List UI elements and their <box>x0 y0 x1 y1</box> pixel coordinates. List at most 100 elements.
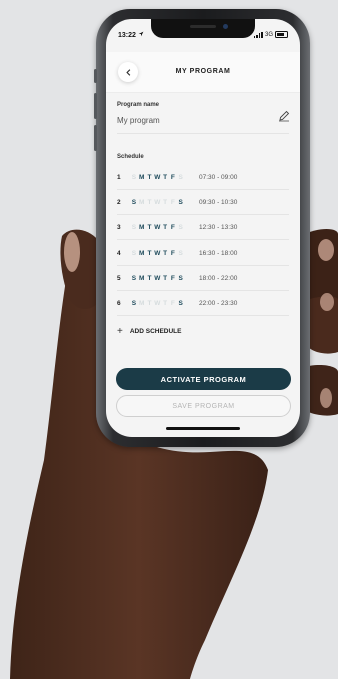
weekday-toggle[interactable]: T <box>161 275 169 282</box>
weekday-toggle[interactable]: S <box>130 199 138 206</box>
weekday-toggle[interactable]: T <box>146 224 154 231</box>
program-name-field[interactable]: My program <box>117 116 160 125</box>
phone-frame: 13:22 3G MY PROGRAM Program name My prog… <box>94 9 310 447</box>
weekday-toggle[interactable]: W <box>153 275 161 282</box>
volume-down-button <box>94 125 97 151</box>
weekday-toggle[interactable]: F <box>169 224 177 231</box>
weekday-toggle[interactable]: T <box>146 300 154 307</box>
schedule-time-range: 12:30 - 13:30 <box>199 224 238 231</box>
schedule-number: 2 <box>117 199 121 206</box>
weekday-toggle[interactable]: S <box>177 199 185 206</box>
weekday-toggle[interactable]: S <box>130 275 138 282</box>
schedule-row[interactable]: 5 S M T W T F S 18:00 - 22:00 <box>117 273 293 287</box>
weekday-toggle[interactable]: M <box>138 275 146 282</box>
weekday-toggle[interactable]: S <box>130 300 138 307</box>
weekday-toggle[interactable]: T <box>161 199 169 206</box>
divider <box>117 290 289 291</box>
save-program-button[interactable]: SAVE PROGRAM <box>116 395 291 417</box>
phone-screen: 13:22 3G MY PROGRAM Program name My prog… <box>106 19 300 437</box>
activate-program-button[interactable]: ACTIVATE PROGRAM <box>116 368 291 390</box>
weekday-toggle[interactable]: F <box>169 250 177 257</box>
divider <box>117 214 289 215</box>
divider <box>117 189 289 190</box>
schedule-time-range: 07:30 - 09:00 <box>199 174 238 181</box>
schedule-number: 4 <box>117 250 121 257</box>
schedule-label: Schedule <box>117 154 144 160</box>
notch <box>151 19 255 38</box>
add-schedule-button[interactable]: + ADD SCHEDULE <box>117 326 182 337</box>
mute-switch <box>94 69 97 83</box>
weekday-selector: SMTWTFS <box>130 250 185 257</box>
program-name-label: Program name <box>117 102 160 108</box>
weekday-toggle[interactable]: T <box>146 250 154 257</box>
weekday-toggle[interactable]: F <box>169 174 177 181</box>
battery-icon <box>275 31 288 38</box>
divider <box>117 265 289 266</box>
weekday-toggle[interactable]: M <box>138 174 146 181</box>
weekday-toggle[interactable]: T <box>161 300 169 307</box>
schedule-time-range: 16:30 - 18:00 <box>199 250 238 257</box>
weekday-selector: SMTWTFS <box>130 199 185 206</box>
weekday-toggle[interactable]: S <box>177 275 185 282</box>
speaker-grille <box>190 25 216 28</box>
weekday-toggle[interactable]: T <box>161 250 169 257</box>
weekday-selector: SMTWTFS <box>130 174 185 181</box>
status-indicators: 3G <box>253 31 288 38</box>
weekday-toggle[interactable]: S <box>130 174 138 181</box>
divider <box>117 133 289 134</box>
weekday-selector: SMTWTFS <box>130 275 185 282</box>
schedule-row[interactable]: 3 S M T W T F S 12:30 - 13:30 <box>117 222 293 236</box>
schedule-time-range: 18:00 - 22:00 <box>199 275 238 282</box>
add-schedule-label: ADD SCHEDULE <box>129 328 182 335</box>
weekday-toggle[interactable]: W <box>153 174 161 181</box>
schedule-number: 1 <box>117 174 121 181</box>
weekday-toggle[interactable]: F <box>169 300 177 307</box>
weekday-toggle[interactable]: F <box>169 275 177 282</box>
schedule-row[interactable]: 4 S M T W T F S 16:30 - 18:00 <box>117 248 293 262</box>
weekday-toggle[interactable]: S <box>130 250 138 257</box>
edit-pencil-icon[interactable] <box>278 110 290 122</box>
location-arrow-icon <box>138 31 144 37</box>
weekday-toggle[interactable]: W <box>153 199 161 206</box>
status-time: 13:22 <box>118 31 144 39</box>
weekday-toggle[interactable]: S <box>177 250 185 257</box>
signal-icon <box>253 31 263 38</box>
weekday-toggle[interactable]: T <box>161 224 169 231</box>
weekday-selector: SMTWTFS <box>130 224 185 231</box>
page-title: MY PROGRAM <box>175 68 231 75</box>
schedule-number: 3 <box>117 224 121 231</box>
weekday-toggle[interactable]: M <box>138 199 146 206</box>
weekday-toggle[interactable]: M <box>138 224 146 231</box>
divider <box>117 315 289 316</box>
schedule-row[interactable]: 1 S M T W T F S 07:30 - 09:00 <box>117 172 293 186</box>
weekday-toggle[interactable]: T <box>146 174 154 181</box>
front-camera <box>223 24 228 29</box>
schedule-time-range: 09:30 - 10:30 <box>199 199 238 206</box>
weekday-toggle[interactable]: M <box>138 300 146 307</box>
weekday-toggle[interactable]: W <box>153 250 161 257</box>
weekday-toggle[interactable]: M <box>138 250 146 257</box>
weekday-toggle[interactable]: S <box>177 300 185 307</box>
weekday-toggle[interactable]: T <box>146 275 154 282</box>
weekday-toggle[interactable]: W <box>153 300 161 307</box>
plus-icon: + <box>117 326 123 337</box>
network-type: 3G <box>264 31 273 38</box>
weekday-toggle[interactable]: T <box>161 174 169 181</box>
home-indicator[interactable] <box>166 427 240 430</box>
weekday-toggle[interactable]: F <box>169 199 177 206</box>
weekday-toggle[interactable]: S <box>177 174 185 181</box>
status-time-text: 13:22 <box>118 32 136 39</box>
schedule-time-range: 22:00 - 23:30 <box>199 300 238 307</box>
schedule-row[interactable]: 6 S M T W T F S 22:00 - 23:30 <box>117 298 293 312</box>
volume-up-button <box>94 93 97 119</box>
divider <box>117 239 289 240</box>
weekday-toggle[interactable]: S <box>130 224 138 231</box>
schedule-row[interactable]: 2 S M T W T F S 09:30 - 10:30 <box>117 197 293 211</box>
weekday-toggle[interactable]: S <box>177 224 185 231</box>
weekday-toggle[interactable]: W <box>153 224 161 231</box>
weekday-selector: SMTWTFS <box>130 300 185 307</box>
weekday-toggle[interactable]: T <box>146 199 154 206</box>
header: MY PROGRAM <box>106 52 300 93</box>
schedule-number: 5 <box>117 275 121 282</box>
schedule-number: 6 <box>117 300 121 307</box>
